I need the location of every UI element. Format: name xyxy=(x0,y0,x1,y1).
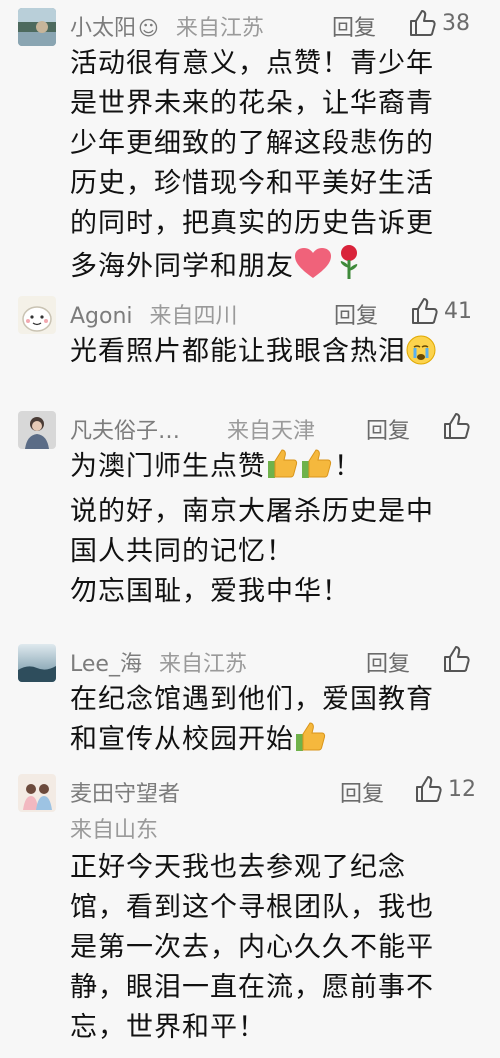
avatar[interactable] xyxy=(18,644,56,682)
avatar[interactable] xyxy=(18,296,56,334)
thumbs-up-emoji xyxy=(266,448,300,492)
comment-text: 为澳门师生点赞！ 说的好，南京大屠杀历史是中 国人共同的记忆！ 勿忘国耻，爱我中… xyxy=(70,447,475,612)
comment-location: 来自江苏 xyxy=(175,16,264,41)
thumbs-up-outline-icon xyxy=(444,413,470,439)
comment-author[interactable]: Agoni 来自四川 xyxy=(70,298,238,330)
reply-button[interactable]: 回复 xyxy=(340,776,384,808)
smile-emoji: ☺ xyxy=(138,16,159,40)
comment-location: 来自山东 xyxy=(70,818,159,843)
like-button[interactable]: 38 xyxy=(408,8,470,38)
comment-text: 活动很有意义，点赞！青少年 是世界未来的花朵，让华裔青 少年更细致的了解这段悲伤… xyxy=(70,44,475,292)
comment-text: 在纪念馆遇到他们，爱国教育 和宣传从校园开始 xyxy=(70,680,475,765)
comment-author[interactable]: Lee_海 来自江苏 xyxy=(70,646,247,678)
comment-text: 正好今天我也去参观了纪念 馆，看到这个寻根团队，我也 是第一次去，内心久久不能平… xyxy=(70,852,434,1043)
comment-location: 来自四川 xyxy=(149,304,238,329)
like-count: 38 xyxy=(442,10,470,36)
comment-author[interactable]: 麦田守望者 xyxy=(70,776,180,808)
rose-emoji xyxy=(336,244,362,292)
avatar[interactable] xyxy=(18,774,56,812)
heart-emoji xyxy=(294,248,332,292)
like-button[interactable]: 12 xyxy=(414,774,476,804)
comment-location: 来自江苏 xyxy=(158,652,247,677)
thumbs-up-outline-icon xyxy=(416,776,442,802)
crying-face-emoji xyxy=(406,335,436,377)
like-count: 12 xyxy=(448,776,476,802)
avatar[interactable] xyxy=(18,8,56,46)
like-button[interactable]: 41 xyxy=(410,296,472,326)
comment-author[interactable]: 凡夫俗子… 来自天津 xyxy=(70,413,315,445)
comment-text: 光看照片都能让我眼含热泪 xyxy=(70,332,475,377)
like-button[interactable] xyxy=(442,644,476,674)
thumbs-up-outline-icon xyxy=(444,646,470,672)
like-count: 41 xyxy=(444,298,472,324)
thumbs-up-outline-icon xyxy=(412,298,438,324)
reply-button[interactable]: 回复 xyxy=(366,646,410,678)
like-button[interactable] xyxy=(442,411,476,441)
reply-button[interactable]: 回复 xyxy=(334,298,378,330)
comment-author[interactable]: 小太阳 ☺ 来自江苏 xyxy=(70,10,264,42)
thumbs-up-emoji xyxy=(294,721,328,765)
thumbs-up-outline-icon xyxy=(410,10,436,36)
comment-list: 小太阳 ☺ 来自江苏 回复 38 活动很有意义，点赞！青少年 是世界未来的花朵，让… xyxy=(0,0,500,1058)
thumbs-up-emoji xyxy=(300,448,334,492)
comment-location: 来自天津 xyxy=(227,419,316,444)
reply-button[interactable]: 回复 xyxy=(332,10,376,42)
avatar[interactable] xyxy=(18,411,56,449)
reply-button[interactable]: 回复 xyxy=(366,413,410,445)
